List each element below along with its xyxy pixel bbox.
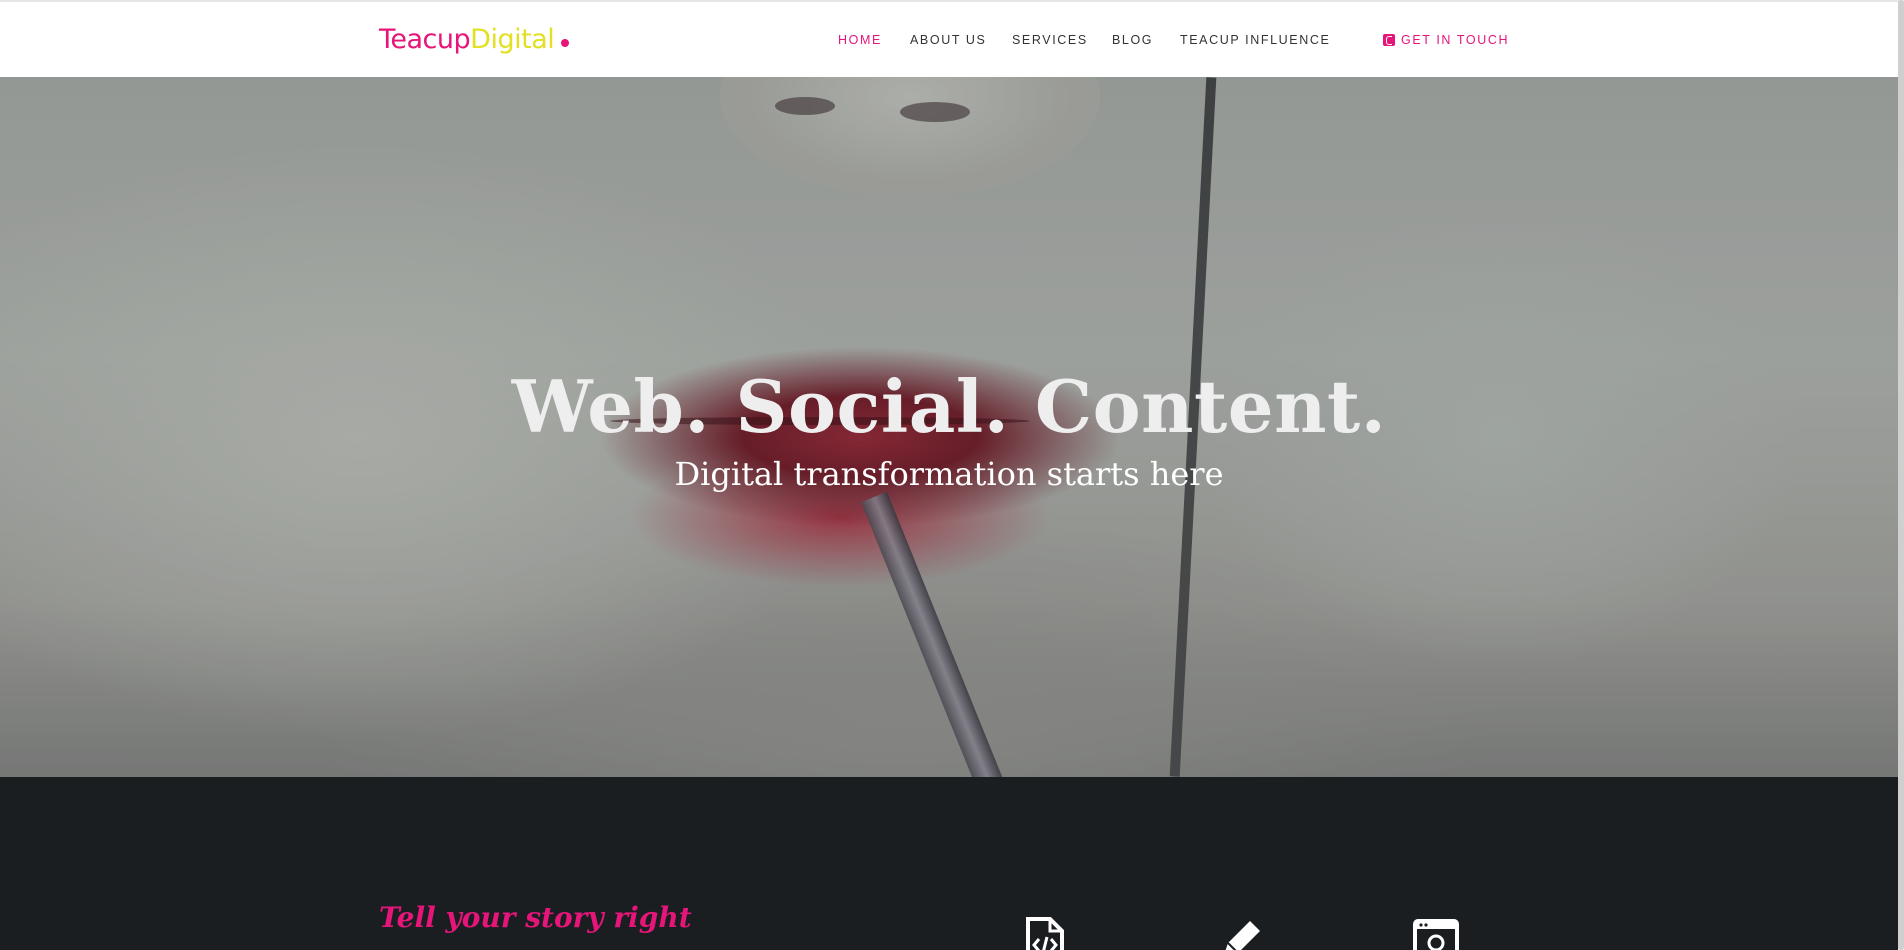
- scrollbar-thumb[interactable]: [1898, 0, 1904, 950]
- nav-about-us[interactable]: ABOUT US: [910, 33, 986, 47]
- get-in-touch-label: GET IN TOUCH: [1401, 33, 1510, 47]
- intro-heading: Tell your story right: [379, 901, 692, 934]
- nav-teacup-influence[interactable]: TEACUP INFLUENCE: [1180, 33, 1330, 47]
- hero-title: Web. Social. Content.: [511, 364, 1387, 449]
- phone-icon: [1383, 34, 1395, 46]
- site-header: Teacup Digital HOME ABOUT US SERVICES BLO…: [0, 2, 1904, 77]
- pencil-icon: [1225, 921, 1260, 950]
- nav-services[interactable]: SERVICES: [1012, 33, 1088, 47]
- get-in-touch-button[interactable]: GET IN TOUCH: [1383, 33, 1509, 47]
- nav-home[interactable]: HOME: [838, 33, 882, 47]
- hero-section: Web. Social. Content. Digital transforma…: [0, 77, 1898, 777]
- main-nav: HOME ABOUT US SERVICES BLOG TEACUP INFLU…: [0, 33, 1904, 49]
- browser-icon: [1413, 919, 1459, 950]
- nav-blog[interactable]: BLOG: [1112, 33, 1153, 47]
- intro-section: Tell your story right: [0, 777, 1898, 950]
- document-code-icon: [1026, 917, 1064, 950]
- scrollbar-track[interactable]: [1898, 0, 1904, 950]
- hero-subtitle: Digital transformation starts here: [674, 455, 1224, 493]
